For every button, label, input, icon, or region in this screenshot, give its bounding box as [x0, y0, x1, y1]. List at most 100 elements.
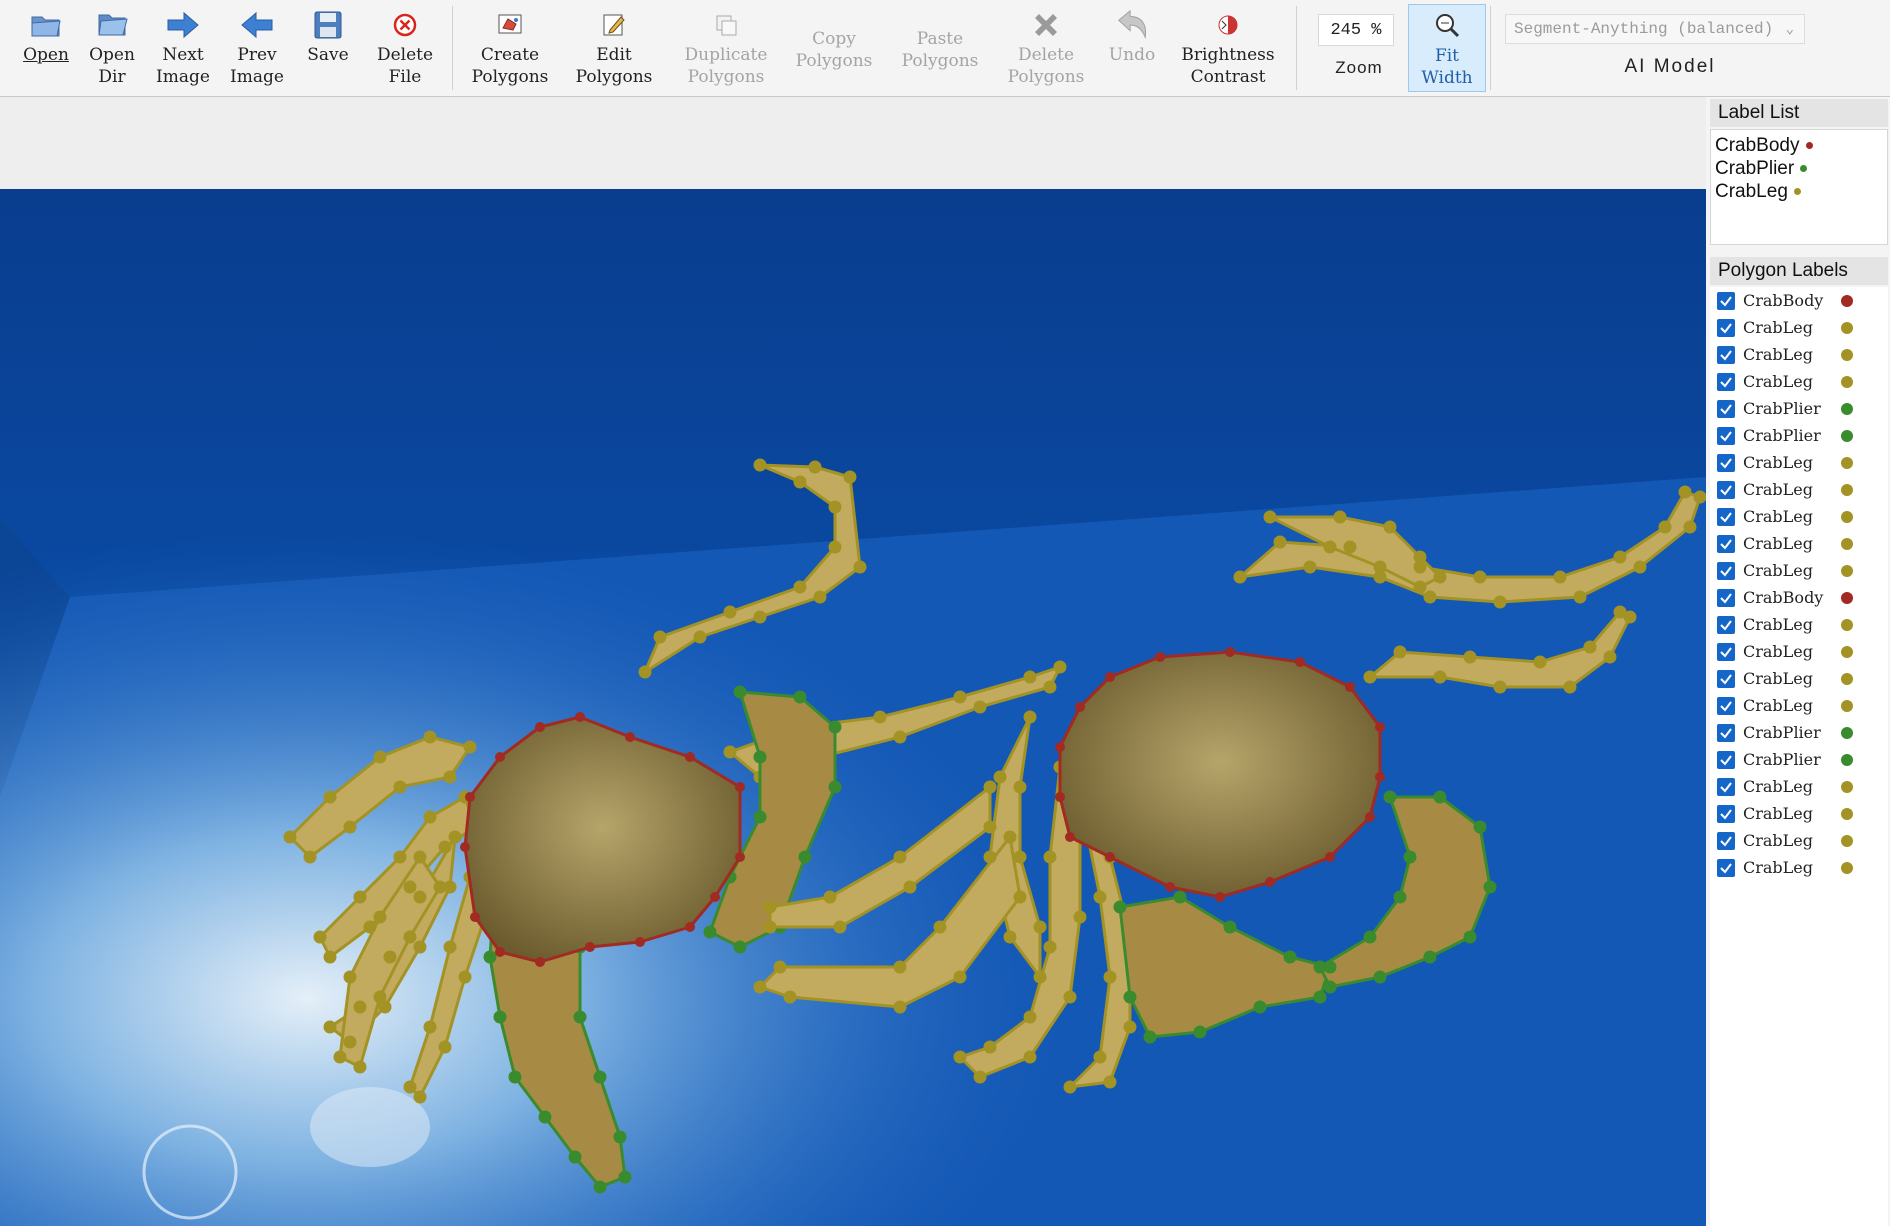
delete-polygons-button[interactable]: Delete Polygons	[998, 4, 1094, 90]
polygon-label-row[interactable]: CrabLeg	[1710, 611, 1888, 638]
vertex-handle[interactable]	[828, 500, 842, 514]
vertex-handle[interactable]	[323, 950, 337, 964]
ai-model-select[interactable]: Segment-Anything (balanced) ⌄	[1505, 14, 1805, 44]
vertex-handle[interactable]	[1413, 550, 1427, 564]
vertex-handle[interactable]	[403, 930, 417, 944]
vertex-handle[interactable]	[568, 1150, 582, 1164]
vertex-handle[interactable]	[1613, 550, 1627, 564]
vertex-handle[interactable]	[1295, 657, 1305, 667]
checkbox-checked-icon[interactable]	[1717, 399, 1735, 418]
create-polygons-button[interactable]: Create Polygons	[462, 4, 558, 90]
prev-image-button[interactable]: Prev Image	[222, 4, 292, 90]
vertex-handle[interactable]	[953, 970, 967, 984]
vertex-handle[interactable]	[1613, 605, 1627, 619]
brightness-contrast-button[interactable]: Brightness Contrast	[1170, 4, 1286, 90]
vertex-handle[interactable]	[303, 850, 317, 864]
vertex-handle[interactable]	[763, 900, 777, 914]
vertex-handle[interactable]	[753, 750, 767, 764]
vertex-handle[interactable]	[638, 665, 652, 679]
vertex-handle[interactable]	[1325, 852, 1335, 862]
vertex-handle[interactable]	[823, 890, 837, 904]
checkbox-checked-icon[interactable]	[1717, 696, 1735, 715]
vertex-handle[interactable]	[1253, 1000, 1267, 1014]
annotation-image[interactable]	[0, 97, 1706, 1226]
vertex-handle[interactable]	[1403, 850, 1417, 864]
polygon-label-row[interactable]: CrabLeg	[1710, 341, 1888, 368]
vertex-handle[interactable]	[1563, 680, 1577, 694]
polygon-label-row[interactable]: CrabLeg	[1710, 638, 1888, 665]
vertex-handle[interactable]	[393, 780, 407, 794]
polygon-label-row[interactable]: CrabLeg	[1710, 665, 1888, 692]
vertex-handle[interactable]	[613, 1130, 627, 1144]
vertex-handle[interactable]	[983, 780, 997, 794]
vertex-handle[interactable]	[763, 920, 777, 934]
vertex-handle[interactable]	[575, 712, 585, 722]
vertex-handle[interactable]	[1623, 610, 1637, 624]
vertex-handle[interactable]	[1103, 1075, 1117, 1089]
checkbox-checked-icon[interactable]	[1717, 453, 1735, 472]
vertex-handle[interactable]	[313, 930, 327, 944]
vertex-handle[interactable]	[495, 947, 505, 957]
vertex-handle[interactable]	[470, 912, 480, 922]
vertex-handle[interactable]	[828, 780, 842, 794]
vertex-handle[interactable]	[1053, 660, 1067, 674]
polygon-label-row[interactable]: CrabPlier	[1710, 395, 1888, 422]
vertex-handle[interactable]	[1033, 920, 1047, 934]
checkbox-checked-icon[interactable]	[1717, 372, 1735, 391]
vertex-handle[interactable]	[535, 722, 545, 732]
vertex-handle[interactable]	[1433, 670, 1447, 684]
vertex-handle[interactable]	[653, 630, 667, 644]
checkbox-checked-icon[interactable]	[1717, 669, 1735, 688]
vertex-handle[interactable]	[1113, 900, 1127, 914]
vertex-handle[interactable]	[983, 820, 997, 834]
polygon-label-row[interactable]: CrabLeg	[1710, 557, 1888, 584]
vertex-handle[interactable]	[1123, 990, 1137, 1004]
polygon-label-row[interactable]: CrabLeg	[1710, 314, 1888, 341]
vertex-handle[interactable]	[438, 1040, 452, 1054]
polygon-label-row[interactable]: CrabLeg	[1710, 773, 1888, 800]
vertex-handle[interactable]	[1073, 910, 1087, 924]
vertex-handle[interactable]	[1658, 520, 1672, 534]
vertex-handle[interactable]	[353, 1000, 367, 1014]
vertex-handle[interactable]	[1473, 820, 1487, 834]
vertex-handle[interactable]	[1375, 772, 1385, 782]
vertex-handle[interactable]	[693, 630, 707, 644]
checkbox-checked-icon[interactable]	[1717, 804, 1735, 823]
vertex-handle[interactable]	[1603, 650, 1617, 664]
vertex-handle[interactable]	[438, 840, 452, 854]
polygon-label-row[interactable]: CrabLeg	[1710, 827, 1888, 854]
vertex-handle[interactable]	[585, 942, 595, 952]
vertex-handle[interactable]	[1023, 1050, 1037, 1064]
vertex-handle[interactable]	[703, 925, 717, 939]
vertex-handle[interactable]	[1333, 510, 1347, 524]
vertex-handle[interactable]	[893, 850, 907, 864]
vertex-handle[interactable]	[983, 1040, 997, 1054]
vertex-handle[interactable]	[828, 540, 842, 554]
vertex-handle[interactable]	[1165, 882, 1175, 892]
checkbox-checked-icon[interactable]	[1717, 507, 1735, 526]
vertex-handle[interactable]	[1313, 990, 1327, 1004]
vertex-handle[interactable]	[535, 957, 545, 967]
vertex-handle[interactable]	[1313, 960, 1327, 974]
vertex-handle[interactable]	[463, 740, 477, 754]
vertex-handle[interactable]	[1373, 970, 1387, 984]
checkbox-checked-icon[interactable]	[1717, 777, 1735, 796]
vertex-handle[interactable]	[973, 1070, 987, 1084]
duplicate-polygons-button[interactable]: Duplicate Polygons	[674, 4, 778, 90]
vertex-handle[interactable]	[1063, 990, 1077, 1004]
vertex-handle[interactable]	[1023, 710, 1037, 724]
undo-button[interactable]: Undo	[1098, 4, 1166, 90]
vertex-handle[interactable]	[933, 920, 947, 934]
vertex-handle[interactable]	[495, 752, 505, 762]
vertex-handle[interactable]	[1143, 1030, 1157, 1044]
vertex-handle[interactable]	[413, 1090, 427, 1104]
vertex-handle[interactable]	[465, 792, 475, 802]
polygon-label-row[interactable]: CrabLeg	[1710, 476, 1888, 503]
vertex-handle[interactable]	[343, 820, 357, 834]
vertex-handle[interactable]	[353, 890, 367, 904]
checkbox-checked-icon[interactable]	[1717, 723, 1735, 742]
vertex-handle[interactable]	[1363, 930, 1377, 944]
vertex-handle[interactable]	[893, 1000, 907, 1014]
vertex-handle[interactable]	[753, 810, 767, 824]
image-canvas[interactable]	[0, 97, 1706, 1226]
